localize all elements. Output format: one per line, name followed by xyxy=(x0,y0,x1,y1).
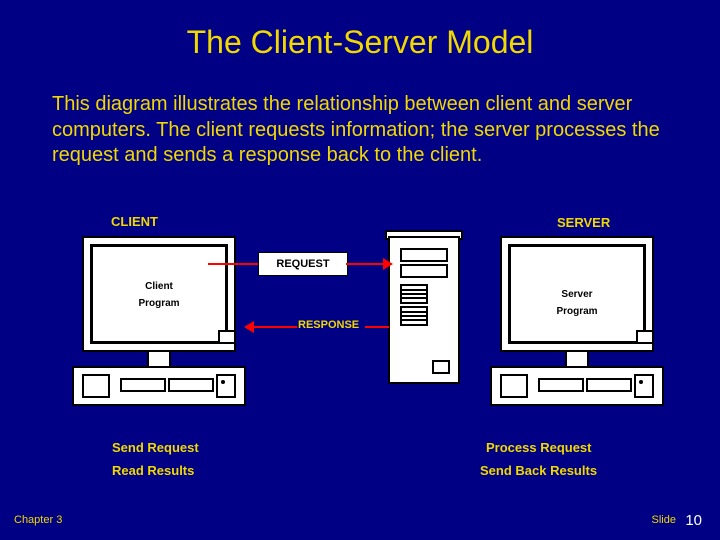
response-label: RESPONSE xyxy=(298,319,359,331)
request-arrow-line xyxy=(346,263,386,265)
server-heading-label: SERVER xyxy=(557,215,610,230)
slide-number: 10 xyxy=(685,512,702,529)
client-screen-line1: Client xyxy=(93,281,225,292)
response-arrow-line xyxy=(253,326,297,328)
slide-body-text: This diagram illustrates the relationshi… xyxy=(52,92,660,169)
server-screen-line1: Server xyxy=(511,289,643,300)
server-screen-line2: Program xyxy=(511,306,643,317)
server-tower-icon xyxy=(388,236,460,384)
slide-label: Slide xyxy=(652,514,676,526)
client-caption-1: Send Request xyxy=(112,440,199,455)
request-arrow-line xyxy=(208,263,258,265)
slide-title: The Client-Server Model xyxy=(0,24,720,61)
client-heading-label: CLIENT xyxy=(111,214,158,229)
server-caption-2: Send Back Results xyxy=(480,463,597,478)
arrow-right-icon xyxy=(383,258,393,270)
server-caption-1: Process Request xyxy=(486,440,592,455)
client-caption-2: Read Results xyxy=(112,463,194,478)
response-arrow-line xyxy=(365,326,389,328)
request-label-box: REQUEST xyxy=(258,252,348,276)
chapter-label: Chapter 3 xyxy=(14,514,62,526)
client-screen-line2: Program xyxy=(93,298,225,309)
server-computer-icon: Server Program xyxy=(480,236,670,421)
